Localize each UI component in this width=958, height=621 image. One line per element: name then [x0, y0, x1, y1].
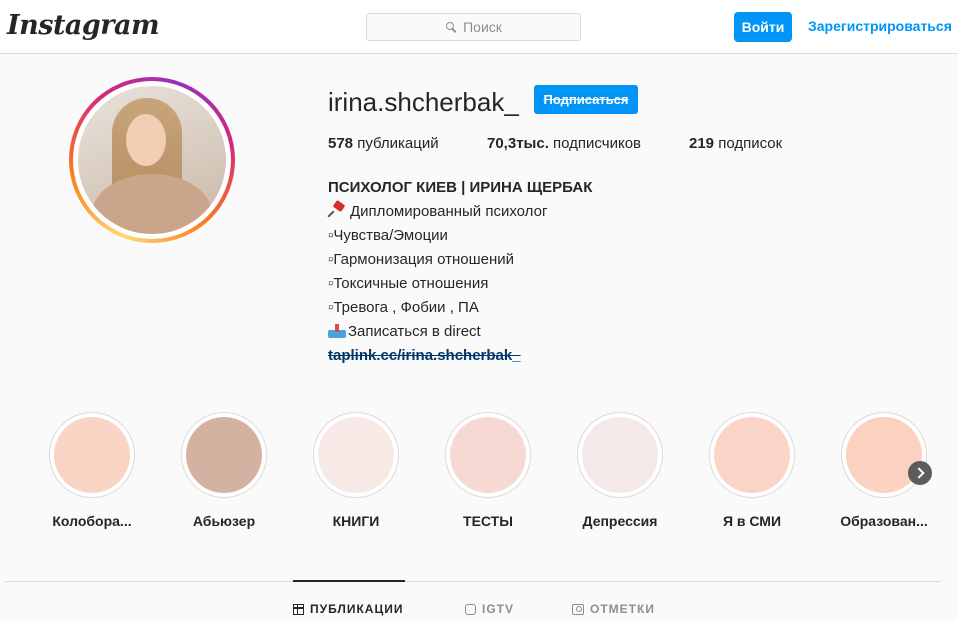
pushpin-icon — [328, 202, 344, 218]
tab-posts[interactable]: ПУБЛИКАЦИИ — [293, 602, 403, 616]
bio-line: Записаться в direct — [328, 320, 592, 344]
following-count[interactable]: 219 подписок — [689, 135, 782, 152]
highlight-item[interactable]: Я в СМИ — [697, 412, 807, 529]
highlight-label: Депрессия — [582, 513, 658, 529]
story-highlights: Колобора... Абьюзер КНИГИ ТЕСТЫ Депресси… — [0, 412, 958, 532]
highlight-item[interactable]: Абьюзер — [169, 412, 279, 529]
profile-stats: 578 публикаций 70,3тыс. подписчиков 219 … — [328, 135, 782, 152]
highlight-label: Я в СМИ — [722, 513, 782, 529]
highlight-cover — [54, 417, 130, 493]
bio-line: ▫Чувства/Эмоции — [328, 227, 448, 244]
highlight-cover — [318, 417, 394, 493]
highlight-item[interactable]: Колобора... — [37, 412, 147, 529]
highlight-label: ТЕСТЫ — [463, 513, 513, 529]
profile-full-name: ПСИХОЛОГ КИЕВ | ИРИНА ЩЕРБАК — [328, 179, 593, 196]
highlight-item[interactable]: КНИГИ — [301, 412, 411, 529]
bio-line: ▫Гармонизация отношений — [328, 251, 515, 268]
grid-icon — [293, 603, 304, 615]
avatar-story-ring[interactable] — [69, 77, 235, 243]
bio-line: ▫Токсичные отношения — [328, 275, 489, 292]
tab-igtv[interactable]: IGTV — [465, 602, 514, 616]
profile-bio: ПСИХОЛОГ КИЕВ | ИРИНА ЩЕРБАК Дипломирова… — [328, 176, 592, 368]
next-highlights-arrow-icon[interactable] — [908, 461, 932, 485]
avatar — [78, 86, 226, 234]
active-tab-indicator — [293, 580, 405, 582]
bio-line: Дипломированный психолог — [328, 200, 592, 224]
search-icon — [445, 21, 457, 33]
follow-button[interactable]: Подписаться — [534, 85, 638, 114]
tabs-divider — [5, 581, 941, 582]
highlight-cover — [582, 417, 658, 493]
highlight-cover — [450, 417, 526, 493]
posts-count: 578 публикаций — [328, 135, 439, 152]
search-input[interactable]: Поиск — [366, 13, 581, 41]
instagram-logo[interactable]: Instagram — [7, 10, 160, 41]
igtv-icon — [465, 603, 476, 615]
tab-tagged[interactable]: ОТМЕТКИ — [572, 602, 655, 616]
highlight-label: Абьюзер — [192, 513, 256, 529]
highlight-cover — [714, 417, 790, 493]
login-button[interactable]: Войти — [734, 12, 792, 42]
highlight-cover — [186, 417, 262, 493]
top-navigation-bar: Instagram Поиск Войти Зарегистрироваться — [0, 0, 958, 54]
highlight-label: Колобора... — [52, 513, 132, 529]
bio-line: ▫Тревога , Фобии , ПА — [328, 299, 479, 316]
signup-link[interactable]: Зарегистрироваться — [808, 18, 952, 34]
tagged-icon — [572, 603, 584, 615]
profile-username: irina.shcherbak_ — [328, 87, 519, 117]
highlight-item[interactable]: Депрессия — [565, 412, 675, 529]
highlight-cover — [846, 417, 922, 493]
highlight-item[interactable]: ТЕСТЫ — [433, 412, 543, 529]
bio-website-link[interactable]: taplink.cc/irina.shcherbak_ — [328, 344, 592, 368]
inbox-tray-icon — [328, 324, 346, 338]
followers-count[interactable]: 70,3тыс. подписчиков — [487, 135, 689, 152]
search-placeholder: Поиск — [463, 19, 502, 35]
highlight-label: КНИГИ — [332, 513, 380, 529]
highlight-label: Образован... — [840, 513, 928, 529]
